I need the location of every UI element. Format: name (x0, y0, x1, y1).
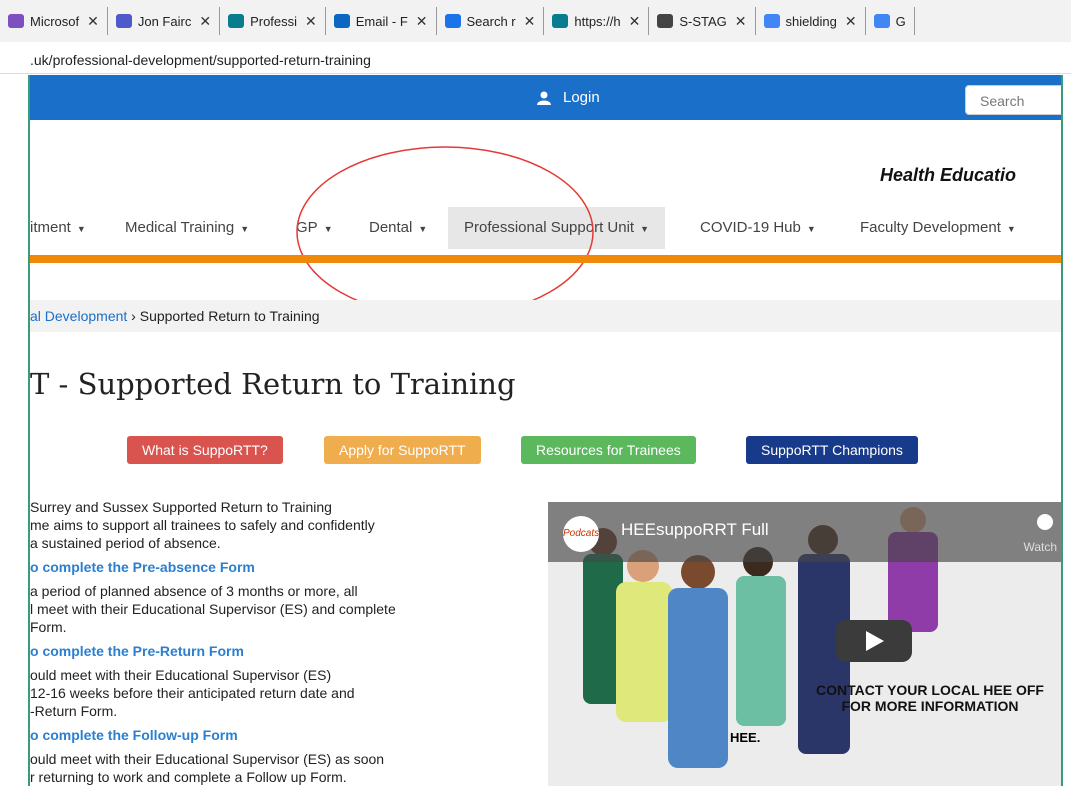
browser-tab-label: S-STAG (679, 13, 727, 29)
clock-icon[interactable] (1037, 514, 1053, 530)
section-heading-follow-up[interactable]: o complete the Follow-up Form (30, 726, 470, 744)
browser-tab-label: Microsof (30, 13, 80, 29)
page-title: T - Supported Return to Training (30, 367, 516, 401)
play-button[interactable] (836, 620, 912, 662)
main-content: Surrey and Sussex Supported Return to Tr… (30, 498, 470, 786)
google-icon (763, 14, 780, 28)
section-line: r returning to work and complete a Follo… (30, 769, 347, 785)
browser-tab-label: Email - F (355, 13, 408, 29)
web-page: Login Search Health Educatio itment ▼ Med… (28, 75, 1063, 786)
video-caption: CONTACT YOUR LOCAL HEE OFF FOR MORE INFO… (790, 682, 1061, 714)
watch-later-label: Watch (1023, 540, 1057, 554)
nav-item-label: Faculty Development (860, 219, 1001, 236)
close-tab-icon[interactable]: ✕ (199, 13, 211, 30)
section-heading-pre-absence[interactable]: o complete the Pre-absence Form (30, 558, 470, 576)
section-paragraph: a period of planned absence of 3 months … (30, 582, 470, 636)
orange-divider (30, 255, 1061, 263)
section-paragraph: ould meet with their Educational Supervi… (30, 666, 470, 720)
caret-down-icon: ▼ (76, 224, 86, 234)
section-line: ould meet with their Educational Supervi… (30, 751, 385, 767)
caption-line: FOR MORE INFORMATION (841, 698, 1019, 714)
video-title[interactable]: HEEsuppoRRT Full (621, 520, 769, 540)
close-tab-icon[interactable]: ✕ (87, 13, 99, 30)
outlook-icon (333, 14, 350, 28)
login-link[interactable]: Login (537, 75, 600, 120)
chrome-icon (657, 14, 674, 28)
browser-tab[interactable]: Professi ✕ (220, 7, 326, 35)
section-heading-pre-return[interactable]: o complete the Pre-Return Form (30, 642, 470, 660)
browser-tab-label: shielding (785, 13, 837, 29)
close-tab-icon[interactable]: ✕ (735, 13, 747, 30)
onedrive-icon (444, 14, 461, 28)
nav-item-medical-training[interactable]: Medical Training ▼ (125, 207, 249, 249)
apply-for-supportt-button[interactable]: Apply for SuppoRTT (324, 436, 481, 464)
close-tab-icon[interactable]: ✕ (524, 13, 536, 30)
sharepoint-icon (552, 14, 569, 28)
close-tab-icon[interactable]: ✕ (416, 13, 428, 30)
intro-line: a sustained period of absence. (30, 535, 221, 551)
hee-caption: HEE. (730, 730, 761, 745)
breadcrumb-current: Supported Return to Training (139, 308, 320, 324)
caret-down-icon: ▼ (806, 224, 816, 234)
section-line: l meet with their Educational Supervisor… (30, 601, 396, 617)
what-is-supportt-button[interactable]: What is SuppoRTT? (127, 436, 283, 464)
caption-line: CONTACT YOUR LOCAL HEE OFF (816, 682, 1044, 698)
brand-name: Health Educatio (880, 165, 1017, 185)
close-tab-icon[interactable]: ✕ (845, 13, 857, 30)
nav-item-label: itment (30, 219, 71, 236)
browser-tab-bar: Microsof ✕ Jon Fairc ✕ Professi ✕ Email - F ✕ Se… (0, 0, 1071, 42)
user-icon (537, 91, 551, 106)
section-paragraph: ould meet with their Educational Supervi… (30, 750, 470, 786)
section-line: -Return Form. (30, 703, 118, 719)
nav-item-label: COVID-19 Hub (700, 219, 801, 236)
close-tab-icon[interactable]: ✕ (629, 13, 641, 30)
caret-down-icon: ▼ (1006, 224, 1016, 234)
search-input[interactable]: Search (965, 85, 1061, 115)
address-bar[interactable]: .uk/professional-development/supported-r… (0, 42, 1071, 74)
google-icon (873, 14, 890, 28)
section-line: 12-16 weeks before their anticipated ret… (30, 685, 355, 701)
sharepoint-icon (228, 14, 245, 28)
browser-tab[interactable]: https://h ✕ (544, 7, 650, 35)
intro-line: Surrey and Sussex Supported Return to Tr… (30, 499, 332, 515)
browser-tab-label: G (895, 13, 906, 29)
browser-tab-label: Search r (466, 13, 516, 29)
resources-for-trainees-button[interactable]: Resources for Trainees (521, 436, 696, 464)
supportt-champions-button[interactable]: SuppoRTT Champions (746, 436, 918, 464)
intro-paragraph: Surrey and Sussex Supported Return to Tr… (30, 498, 470, 552)
browser-tab[interactable]: S-STAG ✕ (649, 7, 756, 35)
nav-item-recruitment[interactable]: itment ▼ (30, 207, 86, 249)
breadcrumb: al Development › Supported Return to Tra… (30, 300, 1061, 332)
breadcrumb-separator: › (131, 308, 136, 324)
section-line: ould meet with their Educational Supervi… (30, 667, 332, 683)
browser-tab-label: https://h (574, 13, 621, 29)
browser-tab[interactable]: Search r ✕ (437, 7, 545, 35)
browser-tab[interactable]: G (866, 7, 915, 35)
caret-down-icon: ▼ (240, 224, 250, 234)
annotation-ellipse (296, 146, 594, 318)
section-line: Form. (30, 619, 67, 635)
browser-tab-label: Jon Fairc (137, 13, 192, 29)
nav-item-faculty-development[interactable]: Faculty Development ▼ (860, 207, 1016, 249)
teams-icon (115, 14, 132, 28)
section-line: a period of planned absence of 3 months … (30, 583, 358, 599)
nav-item-covid-19-hub[interactable]: COVID-19 Hub ▼ (700, 207, 816, 249)
browser-tab-label: Professi (250, 13, 298, 29)
caret-down-icon: ▼ (640, 224, 650, 234)
intro-line: me aims to support all trainees to safel… (30, 517, 375, 533)
browser-tab[interactable]: Jon Fairc ✕ (108, 7, 221, 35)
video-player[interactable]: Podcats HEEsuppoRRT Full Watch CONTACT Y… (548, 502, 1061, 786)
top-bar: Login Search (30, 75, 1061, 120)
login-label: Login (563, 89, 600, 106)
browser-tab[interactable]: shielding ✕ (756, 7, 866, 35)
breadcrumb-parent-link[interactable]: al Development (30, 308, 127, 324)
channel-logo[interactable]: Podcats (563, 516, 599, 552)
close-tab-icon[interactable]: ✕ (305, 13, 317, 30)
browser-tab[interactable]: Email - F ✕ (326, 7, 437, 35)
microsoft-icon (8, 14, 24, 28)
browser-tab[interactable]: Microsof ✕ (0, 7, 108, 35)
nav-item-label: Medical Training (125, 219, 235, 236)
